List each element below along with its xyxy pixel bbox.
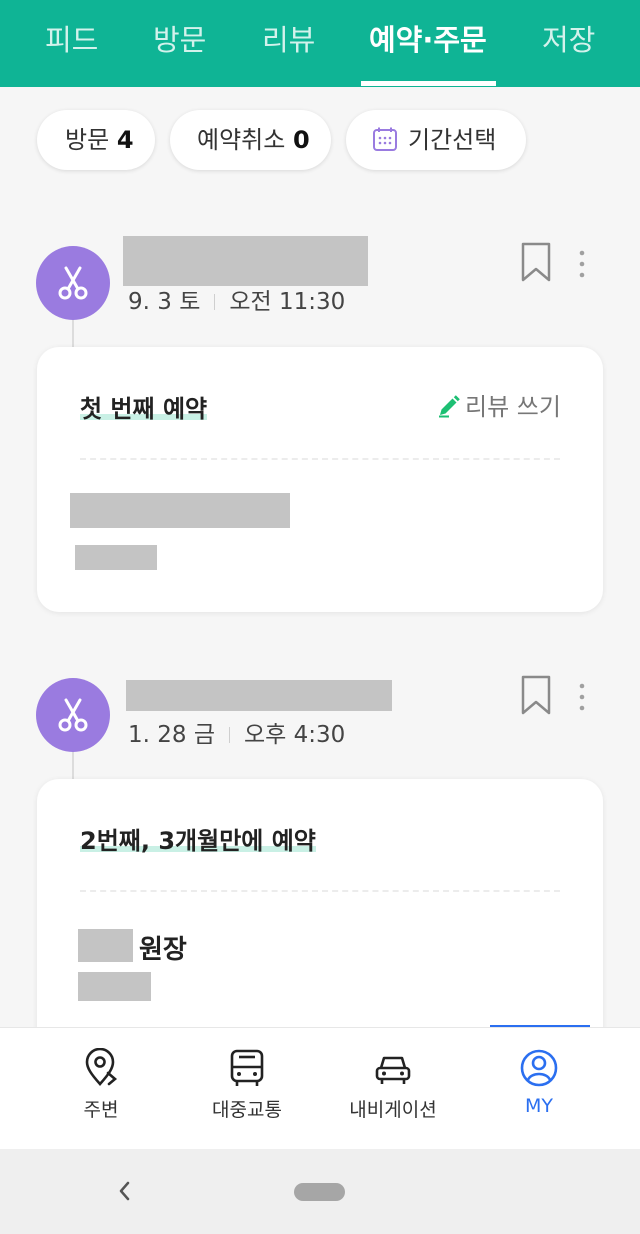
home-handle[interactable] bbox=[294, 1183, 345, 1201]
timeline-connector bbox=[72, 752, 74, 780]
tab-visit[interactable]: 방문 bbox=[153, 20, 206, 60]
scissors-icon bbox=[58, 266, 88, 300]
write-review-label: 리뷰 쓰기 bbox=[465, 393, 561, 421]
redacted-service-detail bbox=[75, 545, 157, 570]
redacted-service-name bbox=[70, 493, 290, 528]
timeline-connector bbox=[72, 320, 74, 348]
location-pin-icon bbox=[85, 1048, 118, 1086]
bottom-navigation: 주변 대중교통 내비게이션 MY bbox=[0, 1027, 640, 1149]
redacted-service-detail bbox=[78, 972, 151, 1001]
more-options-icon[interactable] bbox=[572, 682, 592, 712]
tab-saved[interactable]: 저장 bbox=[542, 20, 595, 60]
car-icon bbox=[375, 1056, 411, 1084]
profile-icon bbox=[520, 1049, 558, 1087]
reservation-card[interactable]: 첫 번째 예약 리뷰 쓰기 bbox=[37, 347, 603, 612]
cancel-filter-count: 0 bbox=[292, 126, 310, 154]
card-divider bbox=[80, 458, 560, 460]
director-title: 원장 bbox=[139, 935, 187, 965]
nav-transit[interactable]: 대중교통 bbox=[167, 1028, 327, 1150]
nav-my[interactable]: MY bbox=[459, 1028, 619, 1150]
datetime-divider bbox=[214, 294, 216, 310]
cancel-filter-label: 예약취소 bbox=[197, 126, 286, 154]
visit-time: 오전 11:30 bbox=[229, 289, 346, 315]
period-select-chip[interactable]: 기간선택 bbox=[346, 110, 526, 170]
tab-reservation-order[interactable]: 예약·주문 bbox=[369, 20, 487, 60]
cancel-filter-chip[interactable]: 예약취소 0 bbox=[170, 110, 331, 170]
datetime-divider bbox=[229, 727, 230, 743]
shop-avatar[interactable] bbox=[36, 678, 110, 752]
tab-feed[interactable]: 피드 bbox=[45, 20, 98, 60]
visit-filter-count: 4 bbox=[116, 126, 134, 154]
nav-navigation[interactable]: 내비게이션 bbox=[313, 1028, 473, 1150]
write-review-button[interactable]: 리뷰 쓰기 bbox=[437, 387, 561, 422]
bookmark-icon[interactable] bbox=[520, 675, 552, 715]
visit-filter-chip[interactable]: 방문 4 bbox=[37, 110, 155, 170]
period-select-label: 기간선택 bbox=[408, 126, 497, 154]
nav-nearby-label: 주변 bbox=[83, 1099, 119, 1121]
visit-date: 1. 28 금 bbox=[128, 722, 215, 748]
shop-avatar[interactable] bbox=[36, 246, 110, 320]
visit-datetime: 9. 3 토 오전 11:30 bbox=[128, 287, 345, 317]
reservation-memo-title: 첫 번째 예약 bbox=[80, 389, 208, 424]
scissors-icon bbox=[58, 698, 88, 732]
redacted-shop-name bbox=[126, 680, 392, 711]
nav-transit-label: 대중교통 bbox=[212, 1099, 282, 1121]
bus-icon bbox=[230, 1049, 264, 1086]
reservation-memo-title: 2번째, 3개월만에 예약 bbox=[80, 821, 316, 856]
tab-review[interactable]: 리뷰 bbox=[262, 20, 315, 60]
nav-nearby[interactable]: 주변 bbox=[21, 1028, 181, 1150]
back-icon[interactable] bbox=[114, 1177, 134, 1205]
nav-my-label: MY bbox=[525, 1095, 553, 1117]
pencil-icon bbox=[439, 395, 460, 418]
system-navigation-bar bbox=[0, 1149, 640, 1234]
calendar-icon bbox=[373, 127, 397, 151]
redacted-shop-name bbox=[123, 236, 368, 286]
redacted-director-name bbox=[78, 929, 133, 962]
visit-date: 9. 3 토 bbox=[128, 289, 201, 315]
visit-filter-label: 방문 bbox=[65, 126, 110, 154]
card-divider bbox=[80, 890, 560, 892]
top-tab-bar: 피드 방문 리뷰 예약·주문 저장 bbox=[0, 0, 640, 87]
reservation-card[interactable]: 2번째, 3개월만에 예약 원장 bbox=[37, 779, 603, 1049]
more-options-icon[interactable] bbox=[572, 249, 592, 279]
visit-time: 오후 4:30 bbox=[244, 722, 346, 748]
active-tab-indicator bbox=[361, 81, 496, 86]
visit-datetime: 1. 28 금 오후 4:30 bbox=[128, 720, 345, 750]
nav-navigation-label: 내비게이션 bbox=[349, 1099, 437, 1121]
bookmark-icon[interactable] bbox=[520, 242, 552, 282]
